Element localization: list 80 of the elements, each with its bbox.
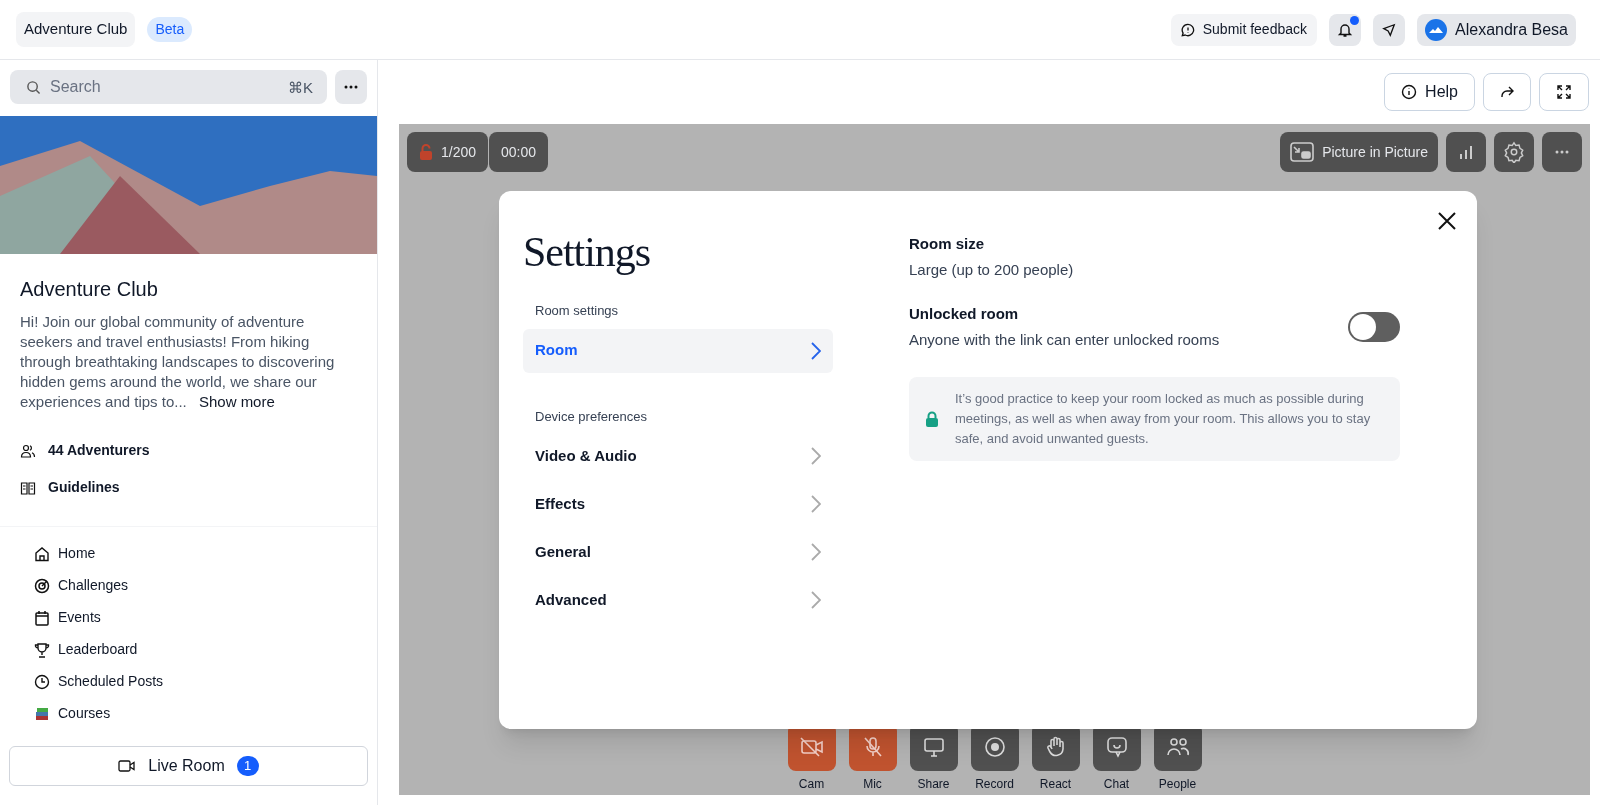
settings-menu-item[interactable]: Advanced: [523, 576, 833, 624]
help-button[interactable]: Help: [1384, 73, 1475, 111]
section-heading: Device preferences: [534, 407, 648, 426]
books-icon: [34, 705, 50, 722]
stats-button[interactable]: [1446, 132, 1486, 172]
settings-icon: [1503, 141, 1525, 163]
nav-item[interactable]: Events: [34, 607, 343, 628]
dialog-title: Settings: [523, 229, 651, 275]
send-icon: [1382, 22, 1397, 37]
more-icon: [1555, 150, 1569, 154]
nav-item[interactable]: Home: [34, 543, 343, 564]
chevron-right-icon: [811, 495, 821, 513]
more-icon: [344, 85, 358, 89]
camera-off-icon: [799, 737, 824, 757]
close-icon: [1438, 212, 1456, 230]
home-icon: [34, 545, 50, 562]
setting-value: Large (up to 200 people): [909, 259, 1075, 280]
bar-chart-icon: [1458, 144, 1474, 160]
feedback-button[interactable]: Submit feedback: [1170, 13, 1318, 46]
chevron-right-icon: [811, 447, 821, 465]
people-icon: [1165, 737, 1190, 757]
club-name-button[interactable]: Adventure Club: [16, 12, 136, 47]
video-camera-icon: [118, 760, 137, 772]
calendar-icon: [34, 609, 50, 626]
unlocked-room-toggle[interactable]: [1348, 312, 1400, 342]
nav-item[interactable]: Courses: [34, 703, 343, 724]
settings-menu-item[interactable]: Room: [523, 328, 833, 373]
waving-hand-icon: [1044, 736, 1067, 758]
setting-description: Anyone with the link can enter unlocked rooms: [909, 329, 1220, 350]
chevron-right-icon: [811, 543, 821, 561]
settings-menu-item[interactable]: Effects: [523, 480, 833, 528]
expand-icon: [1556, 84, 1572, 100]
monitor-icon: [922, 737, 945, 757]
count-badge: 1: [236, 756, 259, 776]
search-icon: [26, 80, 41, 95]
beta-badge: Beta: [147, 17, 193, 42]
club-title: Adventure Club: [20, 277, 159, 302]
record-icon: [983, 736, 1006, 758]
people-icon: [20, 442, 36, 459]
chevron-right-icon: [811, 341, 821, 360]
bell-icon: [1337, 21, 1354, 38]
nav-item[interactable]: Scheduled Posts: [34, 671, 343, 692]
club-description: Hi! Join our global community of adventure seekers and travel enthusiasts! From hiking through breathtaking landscapes to discovering hidden gems around the world, we share our experiences and tips to... Show more: [20, 312, 336, 412]
capacity-badge: 1/200: [407, 132, 489, 172]
share-arrow-icon: [1499, 85, 1515, 99]
settings-menu-item[interactable]: General: [523, 528, 833, 576]
settings-menu-item[interactable]: Video & Audio: [523, 432, 833, 480]
setting-title: Unlocked room: [909, 304, 1020, 324]
setting-title: Room size: [909, 234, 985, 254]
notifications-button[interactable]: [1329, 13, 1362, 46]
book-icon: [20, 479, 36, 496]
avatar-icon: [1425, 18, 1448, 41]
more-button[interactable]: [1542, 132, 1582, 172]
nav-item[interactable]: Leaderboard: [34, 639, 343, 660]
share-button[interactable]: [1483, 73, 1531, 111]
lock-icon: [925, 411, 939, 427]
chat-bubble-icon: [1105, 736, 1128, 758]
trophy-icon: [34, 641, 50, 658]
clock-icon: [34, 673, 50, 690]
live-room-button[interactable]: Live Room 1: [9, 746, 368, 786]
chat-icon: [1180, 22, 1195, 37]
info-icon: [1401, 84, 1418, 100]
fullscreen-button[interactable]: [1539, 73, 1589, 111]
picture-in-picture-button[interactable]: Picture in Picture: [1280, 132, 1438, 172]
settings-button[interactable]: [1494, 132, 1534, 172]
target-icon: [34, 577, 50, 594]
shortcut-hint: ⌘K: [288, 78, 313, 98]
timer: 00:00: [489, 132, 549, 172]
sidebar-link[interactable]: 44 Adventurers: [48, 440, 150, 461]
picture-in-picture-icon: [1290, 142, 1315, 162]
section-heading: Room settings: [534, 302, 620, 320]
more-button[interactable]: [335, 70, 367, 104]
microphone-off-icon: [862, 736, 883, 758]
sidebar-link[interactable]: Guidelines: [48, 477, 120, 498]
tip-text: It’s good practice to keep your room locked as much as possible during meetings, as well as when away from your room. This allows you to stay safe, and avoid unwanted guests.: [955, 390, 1372, 448]
nav-item[interactable]: Challenges: [34, 575, 343, 596]
send-button[interactable]: [1373, 13, 1406, 46]
chevron-right-icon: [811, 591, 821, 609]
show-more-link[interactable]: Show more: [198, 393, 275, 410]
user-menu-button[interactable]: Alexandra Besa: [1417, 13, 1576, 46]
